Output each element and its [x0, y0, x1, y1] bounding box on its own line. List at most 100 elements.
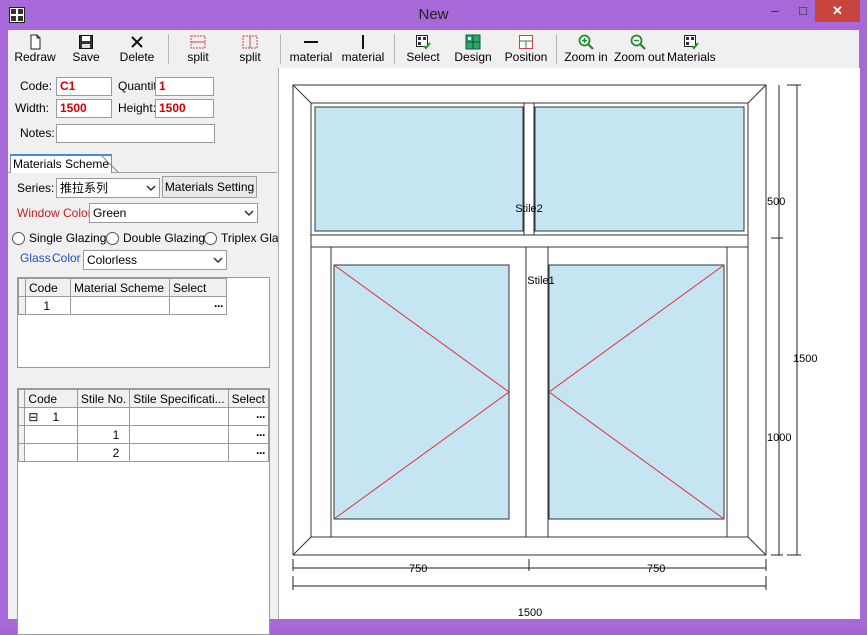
stile-grid: Code Stile No. Stile Specificati... Sele… [17, 388, 270, 635]
tree-collapse-icon[interactable]: ⊟ [28, 410, 38, 424]
mullion-stile2[interactable] [523, 102, 535, 236]
glass-color-select[interactable]: Colorless [83, 250, 227, 270]
series-label: Series: [17, 181, 55, 195]
width-dimensions [292, 559, 767, 590]
column-header[interactable]: Stile No. [76, 389, 131, 408]
design-button[interactable]: Design [452, 32, 494, 66]
properties-panel: Code: C1 Quantity 1 Width: 1500 Height: … [8, 68, 285, 635]
table-row[interactable]: 1 ··· [18, 425, 269, 444]
toolbar-separator [280, 34, 281, 64]
column-header[interactable]: Select [169, 278, 227, 297]
height-dimensions [771, 84, 801, 556]
code-field[interactable]: C1 [56, 77, 112, 96]
column-header[interactable]: Code [24, 389, 78, 408]
window-title: New [418, 6, 449, 23]
zoom-in-icon [578, 34, 594, 50]
right-sash[interactable] [528, 246, 728, 538]
maximize-button[interactable]: □ [790, 0, 816, 22]
single-glazing-radio[interactable]: Single Glazing [12, 231, 106, 245]
column-header[interactable]: Code [25, 278, 71, 297]
row-header [18, 278, 26, 297]
height-field[interactable]: 1500 [155, 99, 214, 118]
zoom-in-button[interactable]: Zoom in [564, 32, 608, 66]
title-bar[interactable]: New – □ ✕ [0, 0, 867, 30]
select-button[interactable]: Select [402, 32, 444, 66]
radio-circle-icon [12, 231, 25, 245]
glass-label: Glass [20, 251, 51, 265]
notes-field[interactable] [56, 124, 215, 143]
horizontal-split-icon [190, 35, 206, 49]
zoom-out-icon [630, 34, 646, 50]
select-ellipsis-button[interactable]: ··· [227, 407, 269, 426]
window-drawing[interactable]: Stile2 Stile1 500 1000 1500 750 750 1500 [279, 68, 860, 619]
delete-button[interactable]: Delete [114, 32, 160, 66]
zoom-out-button[interactable]: Zoom out [614, 32, 665, 66]
table-row[interactable]: 2 ··· [18, 443, 269, 462]
triplex-glazing-radio[interactable]: Triplex Glas [204, 231, 285, 245]
stile2-label: Stile2 [515, 203, 543, 215]
materials-icon [684, 35, 699, 50]
bottom-height-dim-line [771, 238, 783, 556]
application-window: New – □ ✕ Redraw Save Delete split split… [0, 0, 867, 635]
toolbar-separator [556, 34, 557, 64]
redraw-button[interactable]: Redraw [12, 32, 58, 66]
window-color-select[interactable]: Green [89, 203, 258, 223]
transom-stile1[interactable] [310, 234, 749, 248]
design-canvas[interactable]: Stile2 Stile1 500 1000 1500 750 750 1500 [278, 68, 860, 619]
vertical-material-button[interactable]: material [340, 32, 386, 66]
radio-circle-icon [106, 231, 119, 245]
notes-label: Notes: [20, 126, 55, 140]
tree-branch [24, 425, 78, 444]
horizontal-split-button[interactable]: split [176, 32, 220, 66]
total-width-dim: 1500 [518, 607, 542, 619]
half-width-dim-line [292, 559, 767, 571]
series-select[interactable]: 推拉系列 [56, 178, 160, 198]
quantity-field[interactable]: 1 [155, 77, 214, 96]
top-left-glass[interactable] [314, 106, 524, 232]
code-label: Code: [20, 79, 53, 93]
double-glazing-radio[interactable]: Double Glazing [106, 231, 205, 245]
total-width-dim-line [292, 576, 767, 590]
material-scheme-grid: Code Material Scheme Select 1 ··· [17, 277, 270, 368]
vertical-split-button[interactable]: split [228, 32, 272, 66]
right-sash-glass [548, 264, 725, 520]
width-field[interactable]: 1500 [56, 99, 112, 118]
select-ellipsis-button[interactable]: ··· [227, 443, 269, 462]
minimize-button[interactable]: – [762, 0, 788, 22]
column-header[interactable]: Material Scheme [70, 278, 170, 297]
save-button[interactable]: Save [64, 32, 108, 66]
tab-edge [100, 154, 119, 173]
window-color-label: Window Color [17, 206, 92, 220]
tab-strip: Materials Scheme [8, 152, 277, 173]
vertical-bar-icon [362, 35, 364, 49]
toolbar-separator [394, 34, 395, 64]
left-width-dim: 750 [409, 563, 427, 575]
material-scheme-table: Code Material Scheme Select 1 ··· [18, 278, 227, 315]
close-button[interactable]: ✕ [815, 0, 860, 22]
select-ellipsis-button[interactable]: ··· [169, 296, 227, 315]
horizontal-bar-icon [304, 41, 318, 43]
total-height-dim-line [787, 84, 801, 556]
position-button[interactable]: Position [502, 32, 550, 66]
materials-button[interactable]: Materials [667, 32, 716, 66]
chevron-down-icon [146, 185, 156, 192]
client-area: Redraw Save Delete split split material … [8, 30, 860, 635]
floppy-disk-icon [79, 35, 93, 49]
horizontal-material-button[interactable]: material [288, 32, 334, 66]
column-header[interactable]: Stile Specificati... [129, 389, 229, 408]
chevron-down-icon [244, 210, 254, 217]
table-row[interactable]: ⊟ 1 ··· [18, 407, 269, 426]
table-row[interactable]: 1 ··· [18, 296, 227, 315]
select-ellipsis-button[interactable]: ··· [227, 425, 269, 444]
left-sash[interactable] [330, 246, 530, 538]
x-icon [131, 36, 143, 48]
materials-setting-button[interactable]: Materials Setting [162, 176, 257, 198]
design-grid-icon [465, 34, 481, 50]
bottom-height-dim: 1000 [767, 432, 791, 444]
top-right-glass[interactable] [534, 106, 745, 232]
tab-materials-scheme[interactable]: Materials Scheme [10, 154, 113, 173]
width-label: Width: [15, 101, 50, 115]
column-header[interactable]: Select [227, 389, 269, 408]
row-header [18, 296, 26, 315]
top-height-dim: 500 [767, 196, 785, 208]
